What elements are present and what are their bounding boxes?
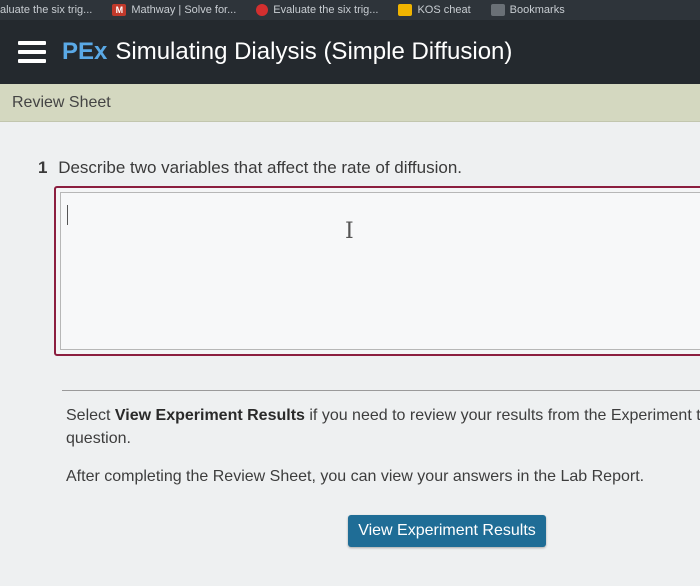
view-experiment-results-button[interactable]: View Experiment Results bbox=[348, 515, 546, 547]
instructions-select-prefix: Select bbox=[66, 407, 115, 424]
divider bbox=[62, 390, 700, 391]
review-sheet-bar: Review Sheet bbox=[0, 84, 700, 122]
bookmark-item[interactable]: aluate the six trig... bbox=[0, 4, 92, 16]
review-sheet-label: Review Sheet bbox=[12, 93, 111, 111]
bookmark-item[interactable]: Evaluate the six trig... bbox=[256, 4, 378, 16]
bookmark-label: aluate the six trig... bbox=[0, 4, 93, 16]
app-header: PEx Simulating Dialysis (Simple Diffusio… bbox=[0, 20, 700, 84]
bookmark-item[interactable]: M Mathway | Solve for... bbox=[112, 4, 236, 16]
text-caret bbox=[67, 205, 68, 225]
bookmark-label: Evaluate the six trig... bbox=[273, 4, 379, 16]
instructions-select-bold: View Experiment Results bbox=[114, 407, 305, 424]
question-number: 1 bbox=[38, 158, 48, 177]
answer-textarea[interactable]: I bbox=[60, 192, 700, 350]
menu-icon[interactable] bbox=[18, 41, 46, 63]
title-prefix: PEx bbox=[62, 38, 108, 65]
folder-icon bbox=[398, 4, 413, 16]
instructions: Select View Experiment Results if you ne… bbox=[66, 404, 700, 450]
after-completing-text: After completing the Review Sheet, you c… bbox=[66, 468, 645, 485]
question-text: Describe two variables that affect the r… bbox=[58, 158, 463, 177]
question: 1 Describe two variables that affect the… bbox=[38, 158, 462, 178]
red-circle-icon bbox=[256, 4, 269, 16]
bookmark-label: Bookmarks bbox=[509, 4, 565, 16]
text-cursor-icon: I bbox=[345, 219, 354, 244]
page-title: Simulating Dialysis (Simple Diffusion) bbox=[115, 38, 513, 65]
mathway-icon: M bbox=[112, 4, 127, 16]
bookmark-label: KOS cheat bbox=[417, 4, 471, 16]
instructions-select-line2: question. bbox=[66, 430, 131, 447]
bookmark-item[interactable]: KOS cheat bbox=[398, 4, 471, 16]
instructions-select-suffix: if you need to review your results from … bbox=[304, 407, 700, 424]
bookmarks-bar: aluate the six trig... M Mathway | Solve… bbox=[0, 0, 700, 20]
answer-field[interactable]: I bbox=[54, 186, 700, 356]
bookmark-label: Mathway | Solve for... bbox=[131, 4, 237, 16]
bookmark-icon bbox=[490, 4, 505, 16]
bookmark-item[interactable]: Bookmarks bbox=[490, 4, 565, 16]
main-content: 1 Describe two variables that affect the… bbox=[0, 122, 700, 586]
